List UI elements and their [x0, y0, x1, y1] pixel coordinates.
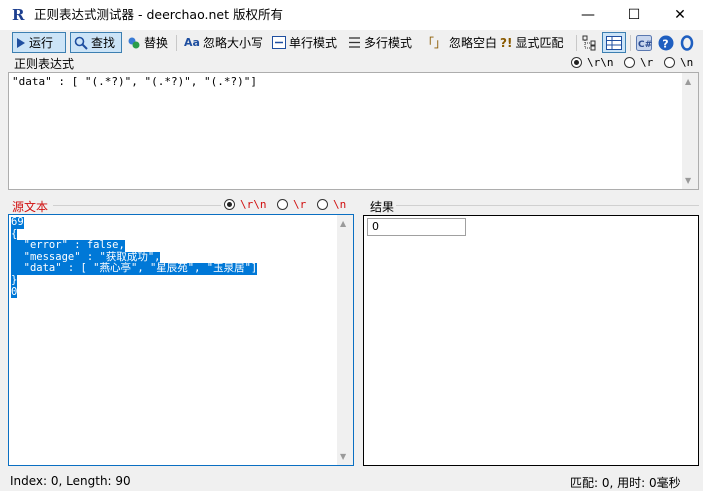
source-newline-lf-radio[interactable] — [317, 199, 328, 210]
regex-newline-crlf-label: \r\n — [587, 56, 614, 69]
regex-newline-cr-label: \r — [640, 56, 654, 69]
app-icon: R — [12, 6, 25, 24]
status-match-time: 匹配: 0, 用时: 0毫秒 — [570, 476, 681, 490]
run-label: 运行 — [29, 36, 54, 50]
regex-input[interactable]: "data" : [ "(.*?)", "(.*?)", "(.*?)"] ▲ … — [8, 72, 699, 190]
source-line: } — [11, 273, 18, 287]
question-bang-icon: ?! — [500, 35, 513, 50]
svg-text:?: ? — [662, 37, 668, 50]
source-text-label: 源文本 — [12, 200, 49, 214]
csharp-code-button[interactable]: C# — [636, 32, 652, 53]
title-bar: R 正则表达式测试器 - deerchao.net 版权所有 — ☐ ✕ — [0, 0, 703, 30]
explicit-capture-toggle[interactable]: ?! 显式匹配 — [500, 32, 563, 53]
table-view-button[interactable] — [602, 32, 626, 53]
toolbar-separator — [630, 35, 631, 51]
result-match-count-cell[interactable]: 0 — [367, 218, 466, 236]
source-line: "data" : [ "燕心亭", "星辰苑", "玉泉居"] — [11, 262, 258, 275]
magnifier-icon — [74, 36, 88, 50]
toolbar: 运行 查找 替换 Aa 忽略大小写 单行模式 多行模式 「」 忽略空白 ?! 显… — [0, 30, 703, 56]
toolbar-separator — [576, 35, 577, 51]
replace-button[interactable]: 替换 — [127, 32, 168, 53]
ring-icon — [680, 34, 694, 51]
ignore-case-label: 忽略大小写 — [202, 36, 263, 50]
regex-newline-lf-radio[interactable] — [664, 57, 675, 68]
source-scrollbar[interactable]: ▲ ▼ — [337, 215, 353, 465]
scroll-up-arrow-icon[interactable]: ▲ — [340, 219, 346, 228]
source-newline-cr-radio[interactable] — [277, 199, 288, 210]
tree-icon — [582, 35, 596, 50]
multi-line-icon — [349, 37, 360, 48]
scroll-down-arrow-icon[interactable]: ▼ — [685, 176, 691, 185]
regex-text: "data" : [ "(.*?)", "(.*?)", "(.*?)"] — [12, 75, 258, 88]
source-newline-crlf-label: \r\n — [240, 198, 267, 211]
find-button[interactable]: 查找 — [70, 32, 122, 53]
brackets-icon: 「」 — [422, 36, 447, 50]
result-header-divider — [396, 205, 699, 206]
ignore-whitespace-label: 忽略空白 — [449, 36, 498, 50]
regex-newline-crlf-radio[interactable] — [571, 57, 582, 68]
table-icon — [606, 35, 622, 50]
close-button[interactable]: ✕ — [657, 0, 703, 30]
csharp-icon: C# — [636, 34, 652, 51]
about-button[interactable] — [680, 32, 694, 53]
ignore-whitespace-toggle[interactable]: 「」 忽略空白 — [422, 32, 497, 53]
source-line: 69 — [11, 216, 24, 229]
find-label: 查找 — [91, 36, 116, 50]
regex-label: 正则表达式 — [14, 57, 75, 71]
maximize-button[interactable]: ☐ — [611, 0, 657, 30]
window-title: 正则表达式测试器 - deerchao.net 版权所有 — [34, 7, 283, 22]
help-icon: ? — [658, 35, 674, 50]
single-line-label: 单行模式 — [289, 36, 338, 50]
replace-icon — [128, 37, 140, 48]
play-icon — [17, 37, 25, 48]
case-icon: Aa — [184, 36, 200, 49]
explicit-capture-label: 显式匹配 — [515, 36, 564, 50]
multi-line-toggle[interactable]: 多行模式 — [348, 32, 412, 53]
regex-newline-lf-label: \n — [680, 56, 694, 69]
tree-view-button[interactable] — [582, 32, 598, 53]
help-button[interactable]: ? — [658, 32, 674, 53]
source-text-input[interactable]: 69 { "error" : false, "message" : "获取成功"… — [8, 214, 354, 466]
scroll-up-arrow-icon[interactable]: ▲ — [685, 77, 691, 86]
toolbar-separator — [176, 35, 177, 51]
ignore-case-toggle[interactable]: Aa 忽略大小写 — [184, 32, 263, 53]
run-button[interactable]: 运行 — [12, 32, 66, 53]
svg-text:C#: C# — [638, 40, 652, 50]
regex-newline-cr-radio[interactable] — [624, 57, 635, 68]
source-line: 0 — [11, 285, 18, 299]
source-newline-lf-label: \n — [333, 198, 347, 211]
source-text-content: 69 { "error" : false, "message" : "获取成功"… — [11, 216, 258, 299]
single-line-toggle[interactable]: 单行模式 — [272, 32, 337, 53]
result-label: 结果 — [370, 200, 395, 214]
status-index-length: Index: 0, Length: 90 — [10, 474, 131, 488]
multi-line-label: 多行模式 — [364, 36, 413, 50]
source-newline-crlf-radio[interactable] — [224, 199, 235, 210]
single-line-icon — [272, 36, 286, 49]
replace-label: 替换 — [144, 36, 169, 50]
regex-scrollbar[interactable]: ▲ ▼ — [682, 73, 698, 189]
minimize-button[interactable]: — — [565, 0, 611, 30]
result-panel[interactable]: 0 — [363, 215, 699, 466]
source-newline-cr-label: \r — [293, 198, 307, 211]
source-header-divider — [53, 205, 221, 206]
scroll-down-arrow-icon[interactable]: ▼ — [340, 452, 346, 461]
